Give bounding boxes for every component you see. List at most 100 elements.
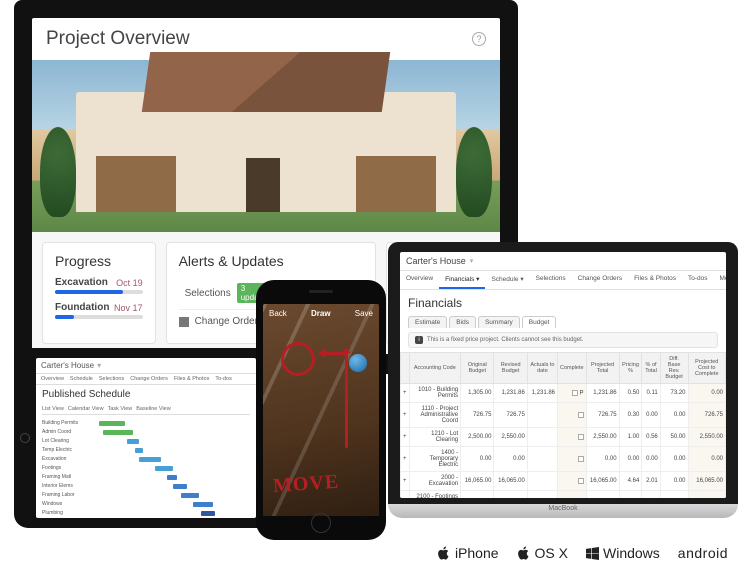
tab-files-photos[interactable]: Files & Photos [628,271,682,289]
tab-selections[interactable]: Selections [530,271,572,289]
view-tab[interactable]: Task View [108,406,133,412]
expand-toggle[interactable]: + [401,472,410,491]
tab-change-orders[interactable]: Change Orders [130,376,168,382]
home-button-icon[interactable] [20,433,30,443]
expand-toggle[interactable]: + [401,384,410,403]
draw-tool-handle-icon[interactable] [349,354,367,372]
cell-complete[interactable] [558,428,587,447]
project-selector[interactable]: Carter's House [41,361,94,370]
tab-to-dos[interactable]: To-dos [215,376,232,382]
tab-change-orders[interactable]: Change Orders [572,271,628,289]
cell-complete[interactable]: P [558,384,587,403]
tab-selections[interactable]: Selections [99,376,124,382]
gantt-bar[interactable] [155,466,173,471]
back-button[interactable]: Back [269,309,287,318]
tab-overview[interactable]: Overview [41,376,64,382]
tab-schedule[interactable]: Schedule [70,376,93,382]
checkbox-icon[interactable] [572,390,578,396]
annotation-arrow-icon[interactable] [345,348,348,448]
subtab-budget[interactable]: Budget [522,316,557,328]
gantt-row[interactable]: Framing Labor [42,491,250,499]
draw-screen[interactable]: Back Draw Save MOVE [263,304,379,516]
gantt-row[interactable]: Plumbing [42,509,250,517]
gantt-bar[interactable] [193,502,213,507]
gantt-row[interactable]: Framing Matl [42,473,250,481]
gantt-bar[interactable] [103,430,133,435]
gantt-row[interactable]: Building Permits [42,419,250,427]
cell-complete[interactable] [558,491,587,498]
tab-to-dos[interactable]: To-dos [682,271,714,289]
column-header[interactable]: % of Total [642,353,660,384]
gantt-bar[interactable] [173,484,187,489]
chevron-down-icon[interactable]: ▾ [97,361,101,370]
table-row[interactable]: + 2100 - Footings and Foundation Walls 1… [401,491,726,498]
gantt-bar[interactable] [167,475,177,480]
gantt-row[interactable]: Windows [42,500,250,508]
view-tab[interactable]: List View [42,406,64,412]
cell-complete[interactable] [558,447,587,472]
column-header[interactable]: Accounting Code [409,353,461,384]
checkbox-icon[interactable] [578,412,584,418]
subtab-estimate[interactable]: Estimate [408,316,447,328]
expand-toggle[interactable]: + [401,491,410,498]
cell-pricing: 0.50 [619,384,642,403]
gantt-bar[interactable] [201,511,215,516]
tab-messages[interactable]: Messages [714,271,726,289]
info-icon: i [415,336,423,344]
table-row[interactable]: + 1210 - Lot Clearing 2,500.00 2,550.00 … [401,428,726,447]
cell-complete[interactable] [558,403,587,428]
column-header[interactable]: Complete [558,353,587,384]
tab-overview[interactable]: Overview [400,271,439,289]
gantt-bar[interactable] [139,457,161,462]
progress-card[interactable]: Progress Excavation Oct 19 Foundation No… [42,242,156,344]
table-row[interactable]: + 1010 - Building Permits 1,305.00 1,231… [401,384,726,403]
cell-ptc: 726.75 [688,403,726,428]
column-header[interactable]: Original Budget [461,353,494,384]
column-header[interactable]: Projected Total [586,353,619,384]
tab-files-photos[interactable]: Files & Photos [174,376,209,382]
tab-schedule-[interactable]: Schedule ▾ [485,271,529,289]
expand-toggle[interactable]: + [401,403,410,428]
gantt-bar[interactable] [127,439,139,444]
gantt-row[interactable]: Excavation [42,455,250,463]
expand-toggle[interactable]: + [401,447,410,472]
gantt-bar[interactable] [181,493,199,498]
gantt-row[interactable]: Footings [42,464,250,472]
gantt-chart[interactable]: List View Calendar View Task ViewBaseline … [36,404,256,518]
subtab-summary[interactable]: Summary [478,316,520,328]
checkbox-icon[interactable] [578,434,584,440]
cell-projected: 1,231.86 [586,384,619,403]
checkbox-icon[interactable] [578,456,584,462]
save-button[interactable]: Save [355,309,373,318]
column-header[interactable]: Diff. Base Rev. Budget [660,353,688,384]
gantt-row[interactable]: Lot Clearing [42,437,250,445]
column-header[interactable]: Projected Cost to Complete [688,353,726,384]
table-row[interactable]: + 1110 - Project Administrative Coord 72… [401,403,726,428]
apple-icon [437,546,451,560]
view-tab[interactable]: Calendar View [68,406,104,412]
gantt-row[interactable]: Admin Coord [42,428,250,436]
chevron-down-icon[interactable]: ▾ [470,257,474,265]
column-header[interactable]: Actuals to date [527,353,557,384]
gantt-row[interactable]: Interior Elems [42,482,250,490]
gantt-bar[interactable] [99,421,125,426]
progress-row[interactable]: Foundation Nov 17 [55,302,143,313]
gantt-row[interactable]: Temp Electric [42,446,250,454]
cell-complete[interactable] [558,472,587,491]
help-icon[interactable]: ? [472,32,486,46]
project-selector[interactable]: Carter's House [406,256,466,266]
annotation-text[interactable]: MOVE [272,471,340,499]
view-tab[interactable]: Baseline View [136,406,170,412]
table-row[interactable]: + 2000 - Excavation 16,065.00 16,065.00 … [401,472,726,491]
table-row[interactable]: + 1400 - Temporary Electric 0.00 0.00 0.… [401,447,726,472]
gantt-bar[interactable] [135,448,143,453]
progress-row[interactable]: Excavation Oct 19 [55,277,143,288]
annotation-circle-icon[interactable] [281,342,315,376]
tab-financials-[interactable]: Financials ▾ [439,271,485,289]
expand-toggle[interactable]: + [401,428,410,447]
column-header[interactable]: Revised Budget [494,353,527,384]
budget-table[interactable]: Accounting CodeOriginal BudgetRevised Bu… [400,352,726,498]
subtab-bids[interactable]: Bids [449,316,476,328]
checkbox-icon[interactable] [578,478,584,484]
column-header[interactable]: Pricing % [619,353,642,384]
